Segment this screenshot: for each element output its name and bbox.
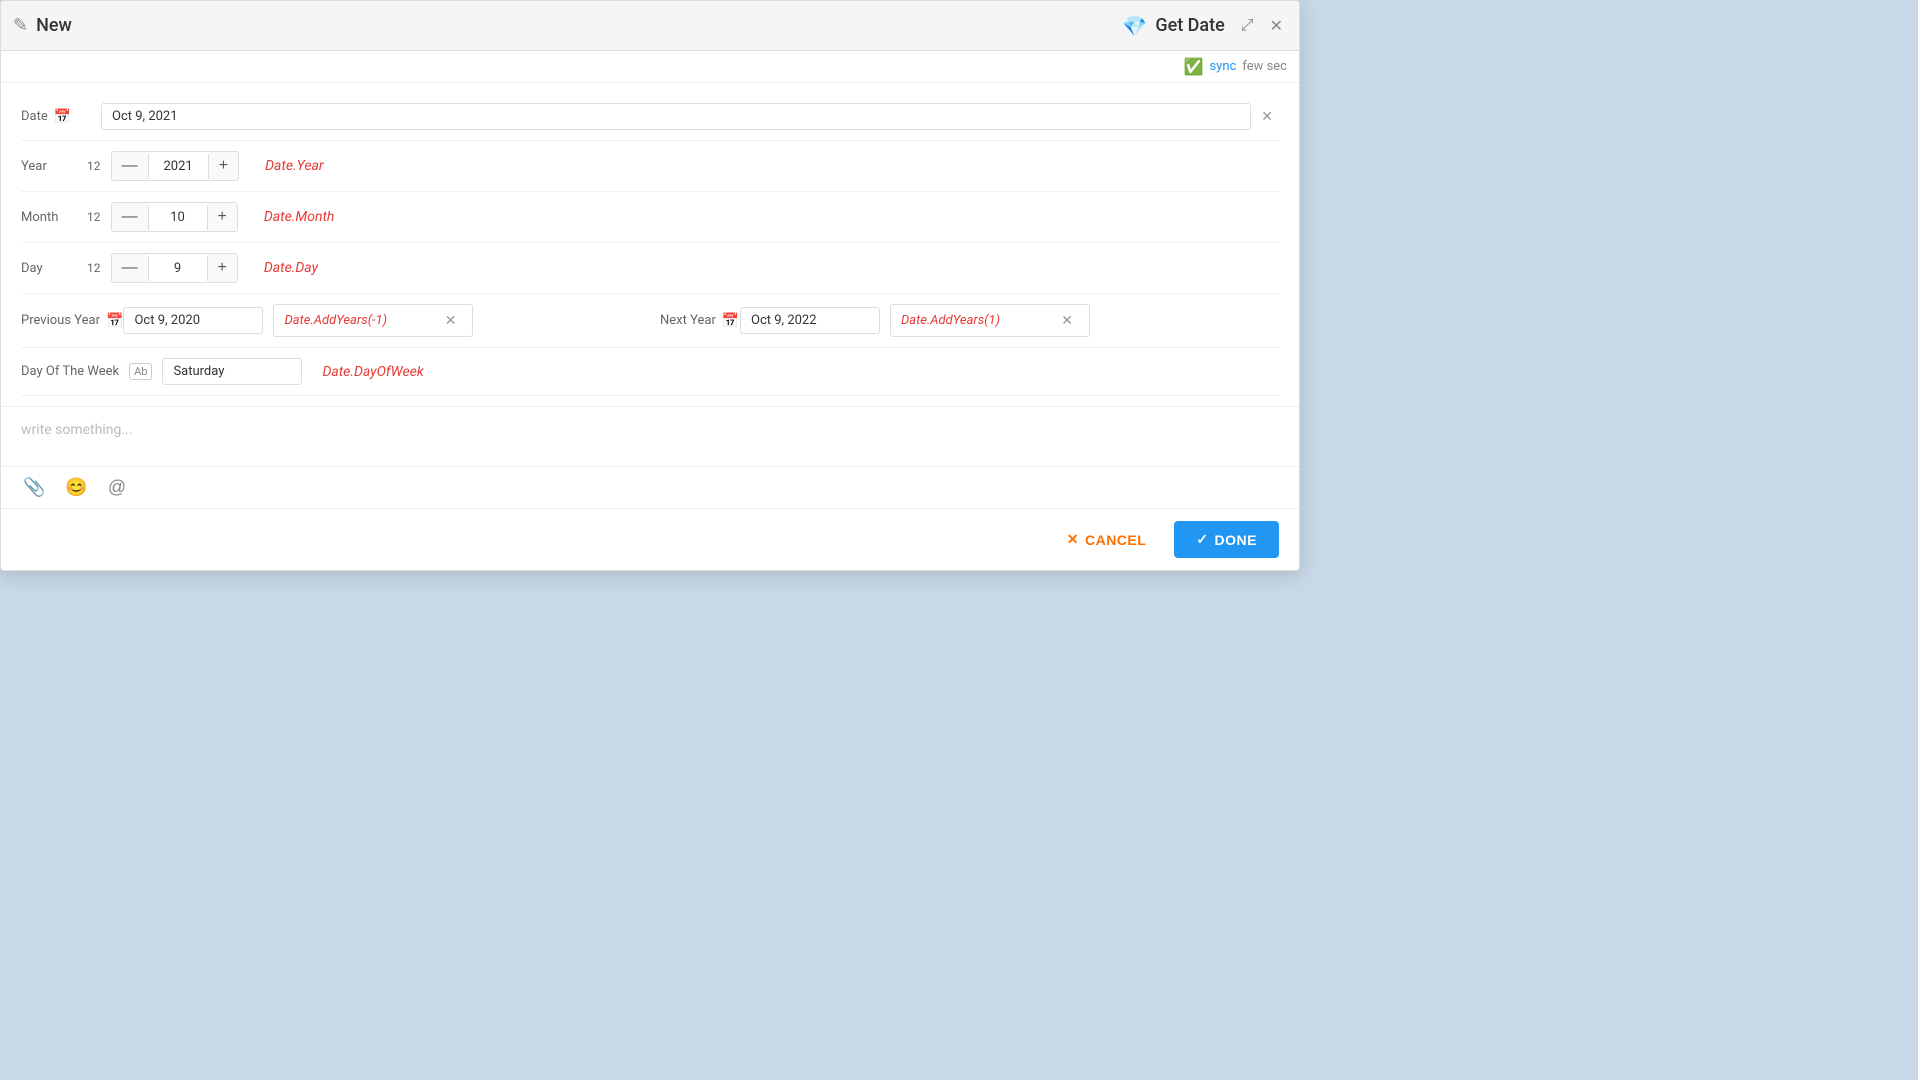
toolbar-icons: 📎 😊 @ (1, 466, 1299, 508)
attachment-button[interactable]: 📎 (21, 475, 47, 500)
year-badge: 12 (87, 159, 101, 173)
next-year-value: Oct 9, 2022 (751, 313, 817, 328)
day-value: 9 (148, 256, 208, 281)
next-year-formula-box: Date.AddYears(1) ✕ (890, 304, 1090, 337)
month-stepper-inner: Month 12 — 10 + Date.Month (21, 202, 1279, 232)
month-formula: Date.Month (264, 209, 335, 225)
calendar-icon: 📅 (54, 109, 71, 125)
day-of-week-formula: Date.DayOfWeek (322, 364, 423, 380)
expand-button[interactable]: ⤢ (1237, 14, 1258, 38)
month-row: Month 12 — 10 + Date.Month (21, 192, 1279, 243)
month-decrement-button[interactable]: — (112, 203, 148, 231)
previous-year-label: Previous Year (21, 313, 100, 328)
year-label: Year (21, 159, 81, 174)
day-decrement-button[interactable]: — (112, 254, 148, 282)
day-badge: 12 (87, 261, 101, 275)
day-stepper: — 9 + (111, 253, 238, 283)
title-bar: ✎ New 💎 Get Date ⤢ ✕ (1, 1, 1299, 51)
previous-year-label-wrap: Previous Year 📅 (21, 313, 123, 329)
content-area: Date 📅 Oct 9, 2021 ✕ Year 12 — 2021 + Da… (1, 83, 1299, 406)
day-row: Day 12 — 9 + Date.Day (21, 243, 1279, 294)
year-formula: Date.Year (265, 158, 323, 174)
next-year-formula: Date.AddYears(1) (901, 313, 1051, 328)
action-bar: ✕ CANCEL ✓ DONE (1, 508, 1299, 570)
previous-year-value-box[interactable]: Oct 9, 2020 (123, 307, 263, 334)
date-value: Oct 9, 2021 (112, 109, 178, 124)
month-increment-button[interactable]: + (208, 203, 237, 231)
day-of-week-label-wrap: Day Of The Week Ab (21, 363, 152, 380)
next-year-col: Next Year 📅 Oct 9, 2022 Date.AddYears(1)… (660, 304, 1279, 337)
day-stepper-inner: Day 12 — 9 + Date.Day (21, 253, 1279, 283)
next-year-label: Next Year (660, 313, 716, 328)
next-year-label-wrap: Next Year 📅 (660, 313, 740, 329)
year-nav-row: Previous Year 📅 Oct 9, 2020 Date.AddYear… (21, 294, 1279, 348)
cancel-x-icon: ✕ (1067, 531, 1079, 548)
day-of-week-label: Day Of The Week (21, 364, 119, 379)
emoji-button[interactable]: 😊 (63, 475, 89, 500)
sync-check-icon: ✅ (1184, 57, 1204, 76)
close-button[interactable]: ✕ (1266, 14, 1287, 38)
day-increment-button[interactable]: + (208, 254, 237, 282)
prev-calendar-icon: 📅 (106, 313, 123, 329)
diamond-icon: 💎 (1122, 14, 1147, 38)
date-label: Date 📅 (21, 109, 101, 125)
sync-bar: ✅ sync few sec (1, 51, 1299, 83)
year-row: Year 12 — 2021 + Date.Year (21, 141, 1279, 192)
year-increment-button[interactable]: + (209, 152, 238, 180)
day-of-week-badge: Ab (129, 363, 152, 380)
previous-year-formula: Date.AddYears(-1) (284, 313, 434, 328)
get-date-title: 💎 Get Date (1122, 14, 1224, 38)
window-controls: ⤢ ✕ (1237, 14, 1287, 38)
page-title: New (36, 15, 72, 36)
year-decrement-button[interactable]: — (112, 152, 148, 180)
date-row: Date 📅 Oct 9, 2021 ✕ (21, 93, 1279, 141)
day-label: Day (21, 261, 81, 276)
done-button[interactable]: ✓ DONE (1174, 521, 1279, 558)
day-of-week-value-box[interactable]: Saturday (162, 358, 302, 385)
next-year-value-box[interactable]: Oct 9, 2022 (740, 307, 880, 334)
title-left: ✎ New (13, 15, 72, 36)
next-year-clear-button[interactable]: ✕ (1055, 310, 1079, 331)
dialog: ✎ New 💎 Get Date ⤢ ✕ ✅ sync few sec Date… (0, 0, 1300, 571)
day-of-week-value: Saturday (173, 364, 224, 379)
get-date-label: Get Date (1155, 15, 1224, 36)
day-of-week-row: Day Of The Week Ab Saturday Date.DayOfWe… (21, 348, 1279, 396)
date-clear-button[interactable]: ✕ (1255, 106, 1279, 127)
notes-placeholder: write something... (21, 422, 132, 438)
date-label-text: Date (21, 109, 48, 124)
month-label: Month (21, 210, 81, 225)
sync-time: few sec (1242, 59, 1287, 74)
month-badge: 12 (87, 210, 101, 224)
title-right: 💎 Get Date ⤢ ✕ (1122, 14, 1287, 38)
month-stepper: — 10 + (111, 202, 238, 232)
cancel-label: CANCEL (1085, 532, 1146, 548)
mention-button[interactable]: @ (106, 475, 128, 500)
notes-area[interactable]: write something... (1, 406, 1299, 466)
next-calendar-icon: 📅 (722, 313, 739, 329)
year-stepper-inner: Year 12 — 2021 + Date.Year (21, 151, 1279, 181)
date-value-box[interactable]: Oct 9, 2021 (101, 103, 1251, 130)
previous-year-col: Previous Year 📅 Oct 9, 2020 Date.AddYear… (21, 304, 640, 337)
day-formula: Date.Day (264, 260, 318, 276)
year-stepper: — 2021 + (111, 151, 240, 181)
previous-year-value: Oct 9, 2020 (134, 313, 200, 328)
previous-year-formula-box: Date.AddYears(-1) ✕ (273, 304, 473, 337)
cancel-button[interactable]: ✕ CANCEL (1051, 523, 1163, 556)
previous-year-clear-button[interactable]: ✕ (439, 310, 463, 331)
year-value: 2021 (148, 154, 209, 179)
sync-label: sync (1209, 59, 1236, 74)
edit-icon: ✎ (13, 15, 28, 36)
done-check-icon: ✓ (1196, 531, 1208, 548)
done-label: DONE (1215, 532, 1257, 548)
month-value: 10 (148, 205, 208, 230)
